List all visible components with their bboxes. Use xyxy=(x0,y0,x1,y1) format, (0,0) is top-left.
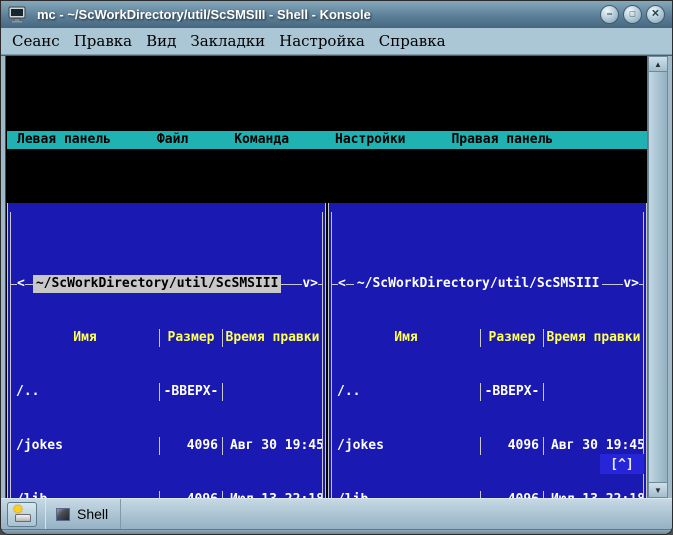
column-header-size[interactable]: Размер xyxy=(160,329,222,347)
column-header-mtime[interactable]: Время правки xyxy=(544,329,643,347)
right-column-headers: ИмяРазмерВремя правки xyxy=(332,329,643,347)
file-name: /lib xyxy=(11,491,159,498)
shell-terminal-icon xyxy=(56,508,70,521)
file-mtime: Авг 30 19:45 xyxy=(544,437,643,455)
panel-border-line xyxy=(10,212,11,498)
file-row-updir[interactable]: /..-ВВЕРХ- xyxy=(332,383,643,401)
scroll-up-button[interactable]: ▲ xyxy=(648,56,668,72)
file-size: 4096 xyxy=(481,437,543,455)
left-panel: < ~/ScWorkDirectory/util/ScSMSIII v> ИмяРа… xyxy=(7,203,326,498)
file-size: 4096 xyxy=(160,437,222,455)
column-header-mtime[interactable]: Время правки xyxy=(223,329,322,347)
titlebar[interactable]: mc - ~/ScWorkDirectory/util/ScSMSIII - S… xyxy=(1,1,672,28)
mc-menu-left-panel[interactable]: Левая панель xyxy=(17,131,111,149)
right-panel-header[interactable]: < ~/ScWorkDirectory/util/ScSMSIII v> xyxy=(332,275,643,293)
menu-help[interactable]: Справка xyxy=(379,32,446,50)
monitor-icon-svg xyxy=(8,6,26,23)
mc-panels: <~/ScWorkDirectory/util/ScSMSIIIv> ИмяРа… xyxy=(7,203,647,498)
menu-settings[interactable]: Настройка xyxy=(279,32,365,50)
file-mtime xyxy=(223,383,322,401)
file-mtime xyxy=(544,383,643,401)
mc-menubar: Левая панель Файл Команда Настройки Прав… xyxy=(7,131,647,149)
scroll-down-button[interactable]: ▼ xyxy=(648,482,668,498)
panel-sort-glyph: v> xyxy=(623,275,639,293)
tab-shell-label: Shell xyxy=(77,506,108,522)
tab-shell[interactable]: Shell xyxy=(45,499,121,529)
scroll-position-badge: [^] xyxy=(600,454,644,474)
session-tab-bar: ✹ Shell xyxy=(1,498,672,529)
file-row-updir[interactable]: /..-ВВЕРХ- xyxy=(11,383,322,401)
new-session-star-icon: ✹ xyxy=(12,502,24,516)
file-row-jokes[interactable]: /jokes4096Авг 30 19:45 xyxy=(332,437,643,455)
scrollbar-thumb[interactable] xyxy=(648,72,668,482)
mc-menu-file[interactable]: Файл xyxy=(157,131,188,149)
minimize-button[interactable]: – xyxy=(600,5,619,24)
window-right-frame xyxy=(668,56,672,498)
file-row-jokes[interactable]: /jokes4096Авг 30 19:45 xyxy=(11,437,322,455)
file-size: 4096 xyxy=(481,491,543,498)
maximize-button[interactable]: □ xyxy=(623,5,642,24)
minimize-icon: – xyxy=(607,9,613,19)
window-bottom-edge xyxy=(1,529,672,535)
new-session-button[interactable]: ✹ xyxy=(7,502,37,527)
file-mtime: Июл 13 22:18 xyxy=(544,491,643,498)
window-title: mc - ~/ScWorkDirectory/util/ScSMSIII - S… xyxy=(37,7,596,22)
panel-border-line xyxy=(322,212,323,498)
file-row-lib[interactable]: /lib4096Июл 13 22:18 xyxy=(332,491,643,498)
menu-bookmarks[interactable]: Закладки xyxy=(190,32,265,50)
mc-menu-options[interactable]: Настройки xyxy=(335,131,405,149)
close-icon: ✕ xyxy=(651,9,659,19)
midnight-commander-screen: Левая панель Файл Команда Настройки Прав… xyxy=(7,59,647,498)
file-name: /lib xyxy=(332,491,480,498)
panel-border-line xyxy=(331,212,332,498)
panel-sort-glyph: v> xyxy=(302,275,318,293)
file-size: -ВВЕРХ- xyxy=(481,383,543,401)
terminal[interactable]: Левая панель Файл Команда Настройки Прав… xyxy=(6,56,647,498)
panel-collapse-glyph: < xyxy=(338,275,346,293)
file-name: /.. xyxy=(332,383,480,401)
right-panel-path[interactable]: ~/ScWorkDirectory/util/ScSMSIII xyxy=(354,275,603,293)
menu-view[interactable]: Вид xyxy=(146,32,176,50)
border-dash xyxy=(281,284,302,285)
mc-menu-right-panel[interactable]: Правая панель xyxy=(451,131,553,149)
konsole-menubar: Сеанс Правка Вид Закладки Настройка Спра… xyxy=(1,28,672,55)
terminal-scrollbar[interactable]: ▲ ▼ xyxy=(647,56,668,498)
file-name: /.. xyxy=(11,383,159,401)
mc-menu-command[interactable]: Команда xyxy=(234,131,289,149)
konsole-monitor-icon[interactable] xyxy=(8,6,28,24)
terminal-zone: Левая панель Файл Команда Настройки Прав… xyxy=(1,55,672,498)
column-header-name[interactable]: Имя xyxy=(332,329,480,347)
konsole-window: mc - ~/ScWorkDirectory/util/ScSMSIII - S… xyxy=(0,0,673,535)
file-size: 4096 xyxy=(160,491,222,498)
border-dash xyxy=(602,284,623,285)
panel-collapse-glyph: < xyxy=(17,275,25,293)
left-panel-path[interactable]: ~/ScWorkDirectory/util/ScSMSIII xyxy=(33,275,282,293)
file-name: /jokes xyxy=(11,437,159,455)
file-mtime: Авг 30 19:45 xyxy=(223,437,322,455)
file-name: /jokes xyxy=(332,437,480,455)
border-dash xyxy=(346,284,354,285)
menu-edit[interactable]: Правка xyxy=(74,32,132,50)
left-panel-header[interactable]: < ~/ScWorkDirectory/util/ScSMSIII v> xyxy=(11,275,322,293)
arrow-up-icon: ▲ xyxy=(654,60,662,69)
border-dash xyxy=(25,284,33,285)
maximize-icon: □ xyxy=(630,10,635,19)
file-size: -ВВЕРХ- xyxy=(160,383,222,401)
file-row-lib[interactable]: /lib4096Июл 13 22:18 xyxy=(11,491,322,498)
column-header-name[interactable]: Имя xyxy=(11,329,159,347)
menu-session[interactable]: Сеанс xyxy=(12,32,60,50)
right-panel: < ~/ScWorkDirectory/util/ScSMSIII v> ИмяРа… xyxy=(328,203,647,498)
left-column-headers: ИмяРазмерВремя правки xyxy=(11,329,322,347)
column-header-size[interactable]: Размер xyxy=(481,329,543,347)
close-button[interactable]: ✕ xyxy=(646,5,665,24)
arrow-down-icon: ▼ xyxy=(654,486,662,495)
file-mtime: Июл 13 22:18 xyxy=(223,491,322,498)
